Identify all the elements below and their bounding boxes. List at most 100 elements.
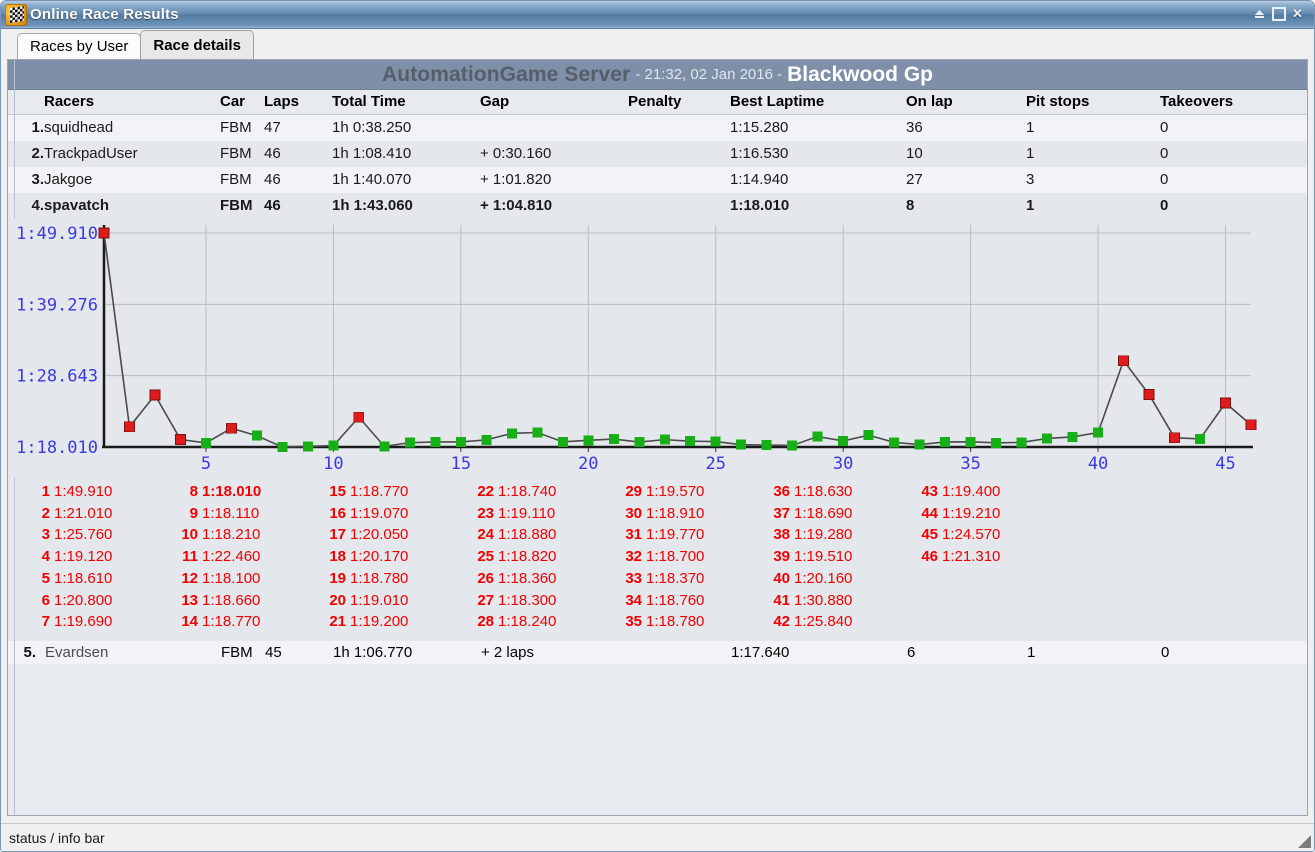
data-point-lap-25[interactable] (710, 436, 721, 447)
lap-entry: 24 1:18.880 (474, 524, 622, 546)
data-point-lap-36[interactable] (991, 437, 1002, 448)
data-point-lap-3[interactable] (149, 389, 161, 401)
data-point-lap-42[interactable] (1143, 389, 1155, 400)
data-point-lap-17[interactable] (506, 428, 517, 439)
cell-info: i (1295, 141, 1307, 167)
data-point-lap-33[interactable] (914, 439, 925, 450)
lap-time: 1:18.820 (498, 548, 557, 566)
tab-race-details[interactable]: Race details (140, 30, 254, 59)
data-point-lap-9[interactable] (302, 441, 313, 452)
data-point-lap-11[interactable] (353, 411, 365, 423)
data-point-lap-41[interactable] (1118, 355, 1129, 367)
lap-time: 1:18.770 (350, 483, 409, 500)
lap-entry: 44 1:19.210 (918, 503, 1066, 525)
lap-time: 1:22.460 (202, 548, 261, 566)
lap-time: 1:19.770 (646, 526, 705, 544)
data-point-lap-19[interactable] (557, 436, 568, 447)
data-point-lap-20[interactable] (583, 435, 594, 446)
data-point-lap-39[interactable] (1067, 431, 1078, 442)
lap-entry: 2 1:21.010 (30, 503, 178, 525)
data-point-lap-44[interactable] (1195, 433, 1206, 444)
table-row[interactable]: 4. spavatch FBM 46 1h 1:43.060 + 1:04.810 1:18… (8, 193, 1307, 219)
lap-number: 36 (773, 483, 790, 500)
data-point-lap-45[interactable] (1220, 397, 1231, 409)
data-point-lap-34[interactable] (940, 436, 951, 447)
table-row[interactable]: 5. Evardsen FBM 45 1h 1:06.770 + 2 laps 1:17.6… (8, 640, 1307, 664)
minimize-icon[interactable] (1251, 5, 1268, 22)
results-footer-table: 5. Evardsen FBM 45 1h 1:06.770 + 2 laps 1:17.6… (8, 640, 1307, 664)
data-point-lap-22[interactable] (634, 437, 645, 448)
x-axis-tick-label: 35 (960, 454, 980, 474)
data-point-lap-28[interactable] (787, 440, 798, 451)
lap-entry: 23 1:19.110 (474, 503, 622, 525)
lap-time: 1:19.070 (350, 504, 409, 522)
lap-entry: 42 1:25.840 (770, 611, 918, 633)
cell-onlap: 8 (906, 193, 1026, 219)
lap-number: 1 (41, 483, 50, 500)
lap-number: 40 (773, 569, 790, 587)
data-point-lap-26[interactable] (736, 439, 747, 450)
data-point-lap-32[interactable] (889, 437, 900, 448)
lap-time: 1:18.010 (202, 483, 262, 500)
data-point-lap-30[interactable] (838, 435, 849, 446)
data-point-lap-4[interactable] (175, 434, 186, 445)
data-point-lap-6[interactable] (226, 422, 237, 434)
window-title: Online Race Results (30, 6, 179, 23)
lap-entry: 29 1:19.570 (622, 481, 770, 503)
data-point-lap-1[interactable] (98, 227, 110, 239)
lap-entry: 39 1:19.510 (770, 546, 918, 568)
cell-pit: 1 (1026, 640, 1160, 664)
lap-time: 1:20.160 (794, 569, 853, 587)
lap-entry: 46 1:21.310 (918, 546, 1066, 568)
data-point-lap-21[interactable] (608, 434, 619, 445)
data-point-lap-43[interactable] (1169, 432, 1180, 444)
data-point-lap-5[interactable] (200, 437, 211, 448)
data-point-lap-24[interactable] (685, 436, 696, 447)
x-axis-tick-label: 15 (451, 454, 471, 474)
data-point-lap-35[interactable] (965, 436, 976, 447)
data-point-lap-14[interactable] (430, 436, 441, 447)
lap-time: 1:21.010 (54, 504, 113, 522)
data-point-lap-31[interactable] (863, 430, 874, 441)
data-point-lap-38[interactable] (1042, 433, 1053, 444)
data-point-lap-15[interactable] (455, 436, 466, 447)
table-row[interactable]: 2. TrackpadUser FBM 46 1h 1:08.410 + 0:30.160… (8, 141, 1307, 167)
lap-number: 26 (477, 569, 494, 587)
lap-number: 24 (477, 526, 494, 544)
lap-entry: 37 1:18.690 (770, 503, 918, 525)
title-bar[interactable]: Online Race Results ✕ (1, 1, 1314, 29)
data-point-lap-7[interactable] (251, 430, 262, 441)
cell-takeovers: 0 (1160, 193, 1295, 219)
lap-entry: 33 1:18.370 (622, 568, 770, 590)
lap-times-list: 1 1:49.910 2 1:21.010 3 1:25.760 4 1:19.120 5 1:1… (8, 477, 1307, 641)
data-point-lap-13[interactable] (404, 437, 415, 448)
tab-races-by-user[interactable]: Races by User (17, 33, 142, 59)
cell-total: 1h 1:08.410 (332, 141, 480, 167)
data-point-lap-29[interactable] (812, 431, 823, 442)
data-point-lap-37[interactable] (1016, 437, 1027, 448)
data-point-lap-2[interactable] (124, 421, 135, 433)
data-point-lap-27[interactable] (761, 440, 772, 451)
data-point-lap-12[interactable] (379, 441, 390, 452)
close-icon[interactable]: ✕ (1289, 5, 1306, 22)
laptime-chart-svg: 1:18.010 1:28.643 1:39.276 1:49.910 5 10 15 20 2… (8, 219, 1307, 477)
lap-entry: 20 1:19.010 (326, 590, 474, 612)
cell-gap: + 1:04.810 (480, 193, 628, 219)
maximize-icon[interactable] (1270, 5, 1287, 22)
content-panel: AutomationGame Server - 21:32, 02 Jan 20… (7, 59, 1308, 816)
lap-entry: 17 1:20.050 (326, 524, 474, 546)
y-axis-tick-label: 1:49.910 (16, 224, 98, 244)
data-point-lap-8[interactable] (277, 442, 288, 452)
data-point-lap-10[interactable] (328, 440, 339, 451)
data-point-lap-46[interactable] (1245, 419, 1257, 431)
lap-time: 1:30.880 (794, 591, 853, 609)
data-point-lap-40[interactable] (1093, 427, 1104, 438)
data-point-lap-23[interactable] (659, 434, 670, 445)
lap-number: 5 (41, 569, 50, 587)
lap-time: 1:21.310 (942, 548, 1001, 566)
table-row[interactable]: 3. Jakgoe FBM 46 1h 1:40.070 + 1:01.820 1:14.9… (8, 167, 1307, 193)
data-point-lap-18[interactable] (532, 427, 543, 438)
cell-pit: 1 (1026, 114, 1160, 141)
table-row[interactable]: 1.squidheadFBM471h 0:38.2501:15.2803610i (8, 114, 1307, 141)
data-point-lap-16[interactable] (481, 434, 492, 445)
